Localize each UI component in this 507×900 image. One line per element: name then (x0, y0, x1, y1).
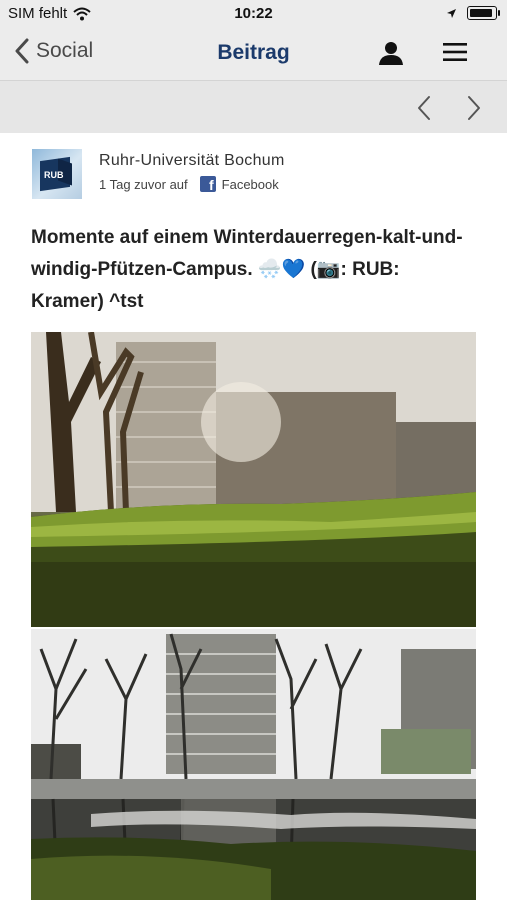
status-right (446, 6, 500, 20)
facebook-icon: f (199, 176, 216, 193)
hamburger-menu-icon (443, 43, 467, 61)
author-logo: RUB (32, 149, 82, 199)
previous-post-button[interactable] (416, 95, 432, 126)
status-time: 10:22 (234, 5, 273, 22)
post-text: Momente auf einem Winterdauerregen-kalt-… (31, 227, 463, 312)
post-image-moss[interactable] (31, 332, 476, 627)
post-source: Facebook (221, 176, 279, 192)
next-post-button[interactable] (466, 95, 482, 126)
user-icon (379, 42, 403, 65)
battery-icon (467, 6, 500, 20)
status-bar: SIM fehlt 10:22 (0, 0, 507, 28)
navigation-bar: Social Beitrag (0, 28, 507, 81)
menu-button[interactable] (443, 42, 467, 67)
post-time: 1 Tag zuvor auf (99, 176, 188, 192)
profile-button[interactable] (378, 40, 404, 71)
chevron-right-icon (468, 96, 480, 120)
post-meta: 1 Tag zuvor auf f Facebook (99, 176, 279, 193)
post-image-puddle[interactable] (31, 629, 476, 900)
location-arrow-icon (447, 8, 456, 18)
chevron-left-icon (418, 96, 430, 120)
page-title: Beitrag (217, 41, 290, 64)
author-name: Ruhr-Universität Bochum (99, 152, 285, 169)
pager-bar (0, 81, 507, 133)
